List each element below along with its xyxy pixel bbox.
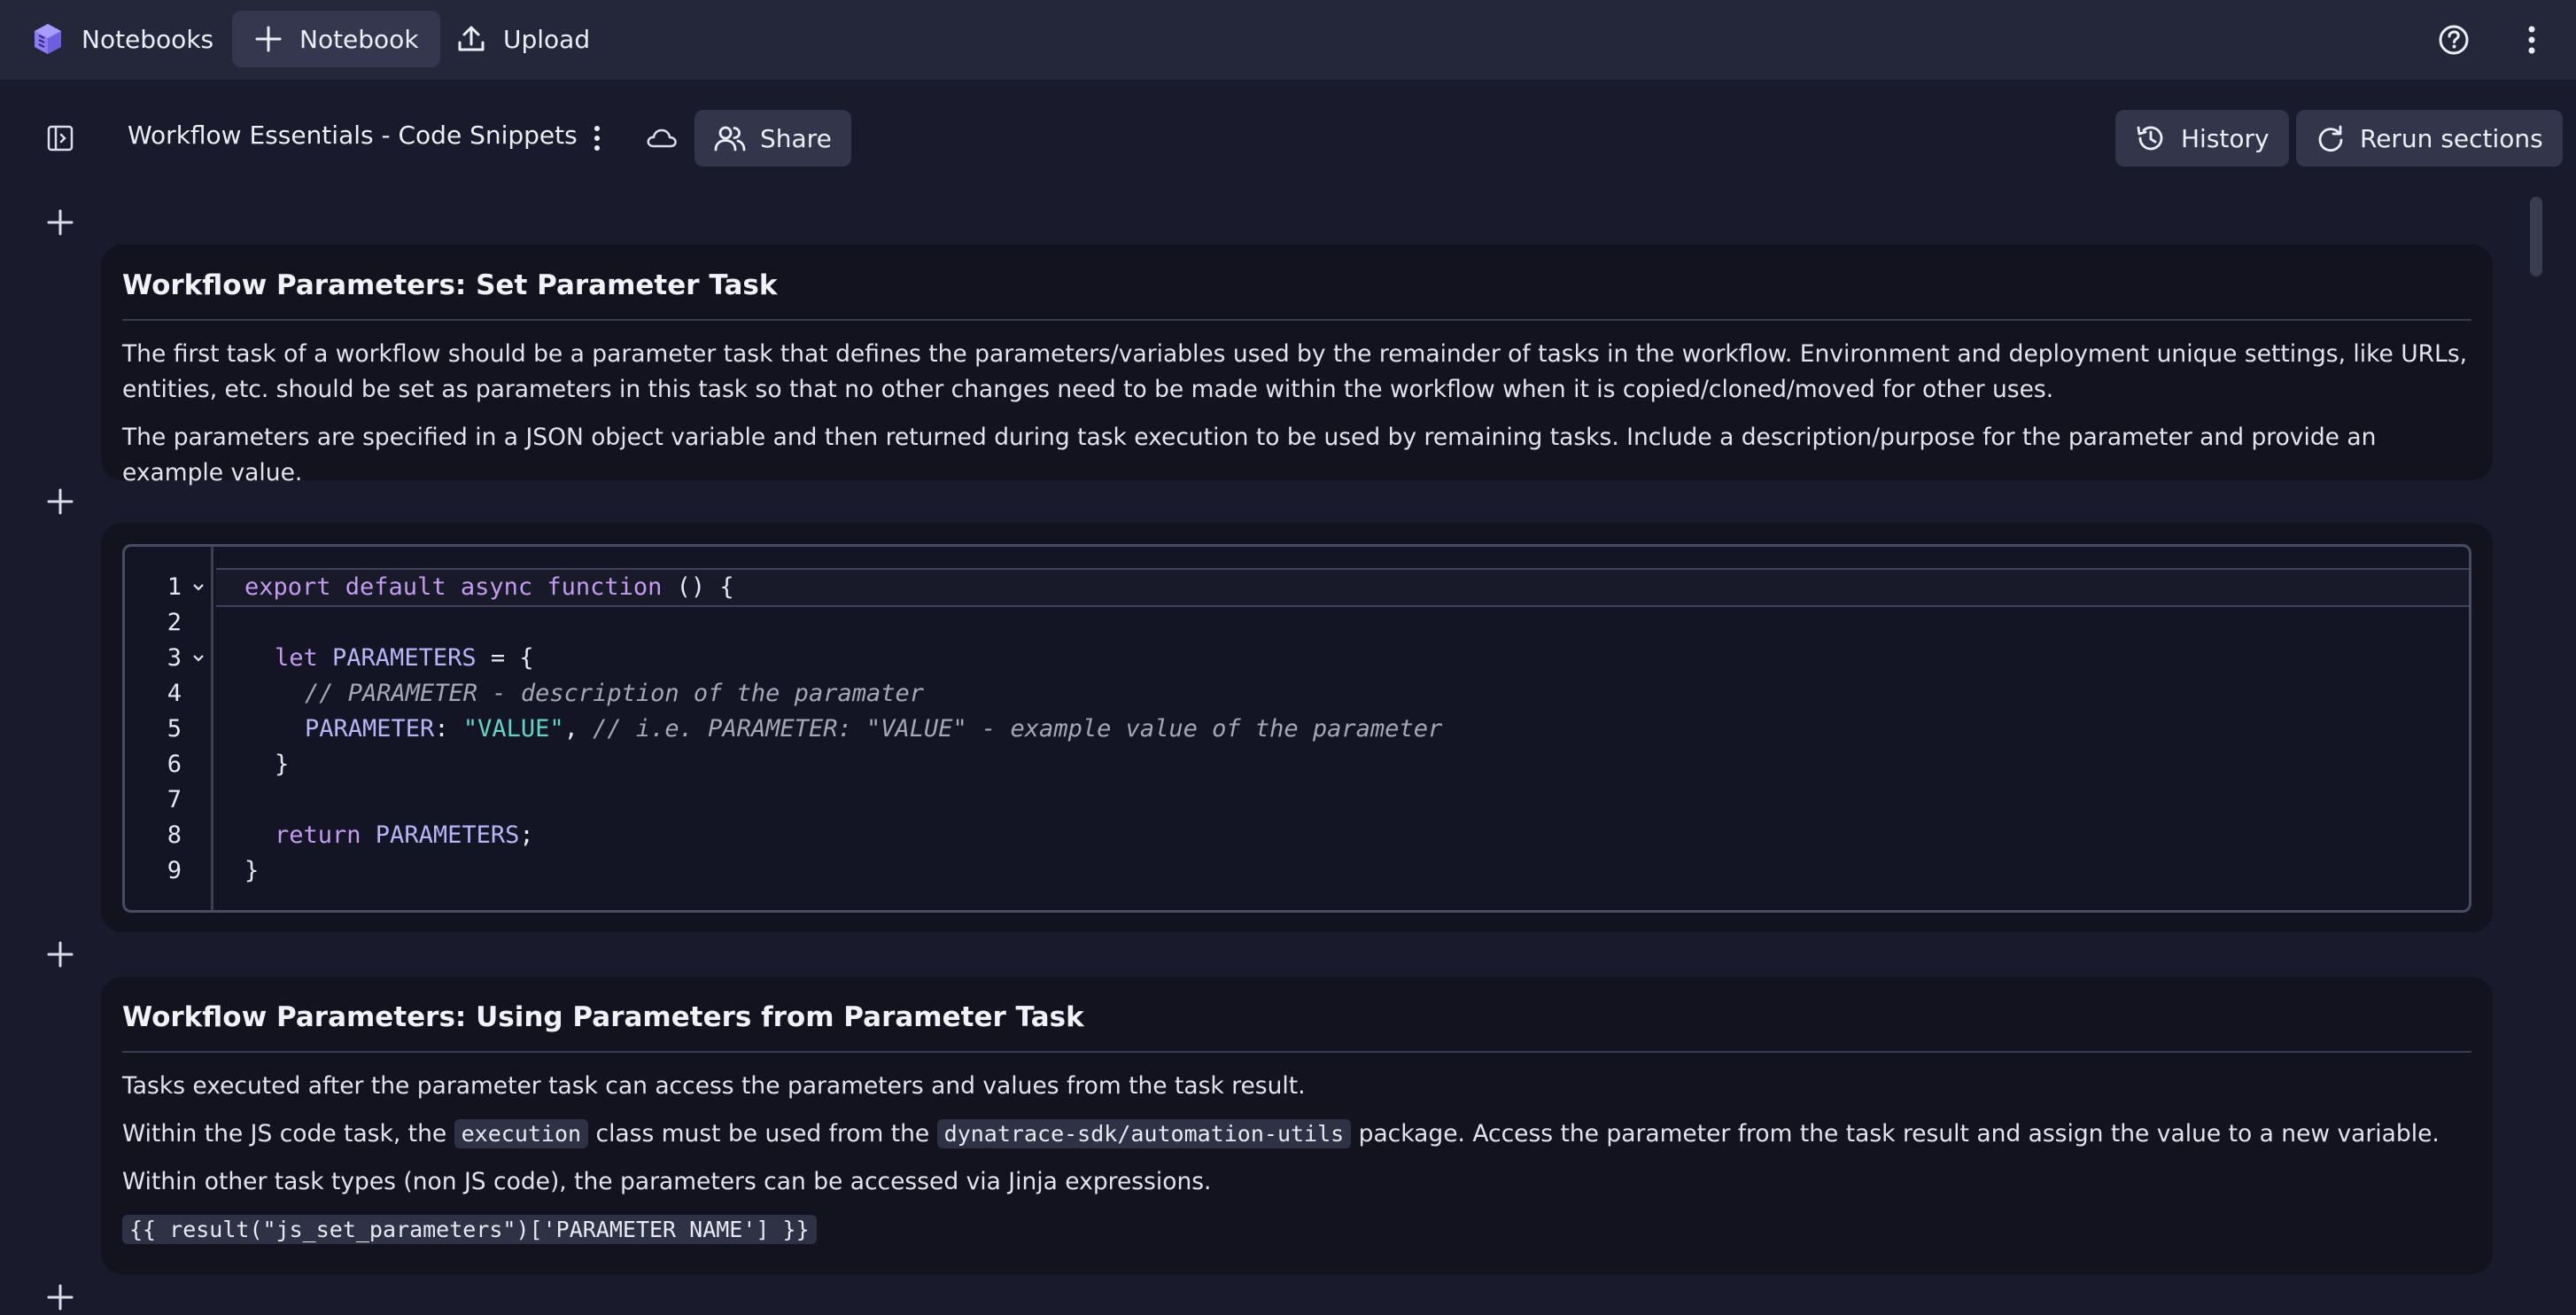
add-section-button[interactable]	[43, 937, 78, 972]
sidebar-toggle-icon[interactable]	[39, 117, 81, 160]
upload-button[interactable]: Upload	[434, 11, 611, 67]
code-content[interactable]: export default async function () { let P…	[216, 547, 2469, 910]
help-circle-icon[interactable]	[2436, 22, 2471, 58]
code-line: export default async function () {	[244, 573, 734, 601]
plus-icon	[47, 209, 74, 236]
code-line: }	[275, 751, 290, 778]
share-button[interactable]: Share	[694, 110, 851, 167]
inline-code: execution	[454, 1119, 589, 1148]
section-paragraph: {{ result("js_set_parameters")['PARAMETE…	[122, 1212, 2471, 1248]
code-line: PARAMETER: "VALUE", // i.e. PARAMETER: "…	[305, 715, 1443, 743]
notebooks-cube-icon	[30, 21, 66, 57]
add-section-button[interactable]	[43, 484, 78, 519]
code-section[interactable]: 1 2 3 4 5 6 7 8 9 export default async f…	[101, 523, 2493, 932]
refresh-icon	[2316, 123, 2346, 153]
plus-icon	[47, 941, 74, 968]
vertical-scrollbar[interactable]	[2530, 197, 2542, 276]
code-line: return PARAMETERS;	[275, 821, 534, 849]
chevron-down-icon[interactable]	[192, 579, 205, 596]
users-icon	[714, 124, 746, 152]
section-paragraph: Within the JS code task, the execution c…	[122, 1119, 2440, 1148]
add-section-button[interactable]	[43, 205, 78, 240]
notebook-toolbar: Workflow Essentials - Code Snippets Shar…	[0, 99, 2576, 177]
section-paragraph: Tasks executed after the parameter task …	[122, 1072, 1306, 1100]
line-number: 7	[167, 786, 182, 813]
add-section-button[interactable]	[43, 1280, 78, 1315]
code-line: // PARAMETER - description of the parama…	[305, 680, 924, 707]
app-name: Notebooks	[81, 24, 214, 54]
line-number: 1	[125, 570, 213, 605]
plus-icon	[47, 488, 74, 515]
history-icon	[2135, 122, 2167, 154]
section-heading: Workflow Parameters: Using Parameters fr…	[122, 1001, 2471, 1053]
notebook-title[interactable]: Workflow Essentials - Code Snippets	[128, 121, 578, 150]
line-number: 5	[167, 715, 182, 743]
more-vertical-icon[interactable]	[2514, 22, 2549, 58]
new-notebook-button[interactable]: Notebook	[232, 11, 440, 67]
plus-icon	[47, 1284, 74, 1311]
notebooks-app-button[interactable]: Notebooks	[9, 11, 235, 67]
section-paragraph: The parameters are specified in a JSON o…	[122, 424, 2377, 486]
line-number: 8	[167, 821, 182, 849]
inline-code: dynatrace-sdk/automation-utils	[936, 1119, 1352, 1148]
code-editor[interactable]: 1 2 3 4 5 6 7 8 9 export default async f…	[122, 544, 2471, 913]
line-number: 6	[167, 751, 182, 778]
new-notebook-label: Notebook	[299, 24, 419, 54]
rerun-sections-button[interactable]: Rerun sections	[2296, 110, 2563, 167]
markdown-section[interactable]: Workflow Parameters: Set Parameter Task …	[101, 245, 2493, 486]
upload-icon	[455, 23, 487, 55]
upload-label: Upload	[503, 24, 591, 54]
markdown-section[interactable]: Workflow Parameters: Using Parameters fr…	[101, 977, 2493, 1274]
history-button[interactable]: History	[2115, 110, 2289, 167]
line-number: 9	[167, 857, 182, 884]
history-label: History	[2181, 123, 2270, 153]
inline-code: {{ result("js_set_parameters")['PARAMETE…	[122, 1215, 817, 1244]
plus-icon	[253, 24, 283, 54]
chevron-down-icon[interactable]	[192, 650, 205, 667]
cloud-saved-icon	[640, 117, 683, 160]
code-line: let PARAMETERS = {	[275, 644, 534, 672]
section-paragraph: The first task of a workflow should be a…	[122, 340, 2468, 403]
line-number-gutter: 1 2 3 4 5 6 7 8 9	[125, 547, 213, 910]
share-label: Share	[760, 123, 832, 153]
line-number: 4	[167, 680, 182, 707]
line-number: 3	[125, 641, 213, 676]
rerun-sections-label: Rerun sections	[2360, 123, 2543, 153]
section-heading: Workflow Parameters: Set Parameter Task	[122, 269, 2471, 321]
line-number: 2	[167, 609, 182, 636]
section-paragraph: Within other task types (non JS code), t…	[122, 1168, 1212, 1195]
code-line: }	[244, 857, 260, 884]
notebook-more-icon[interactable]	[576, 117, 618, 160]
app-top-bar: Notebooks Notebook Upload	[0, 0, 2576, 80]
